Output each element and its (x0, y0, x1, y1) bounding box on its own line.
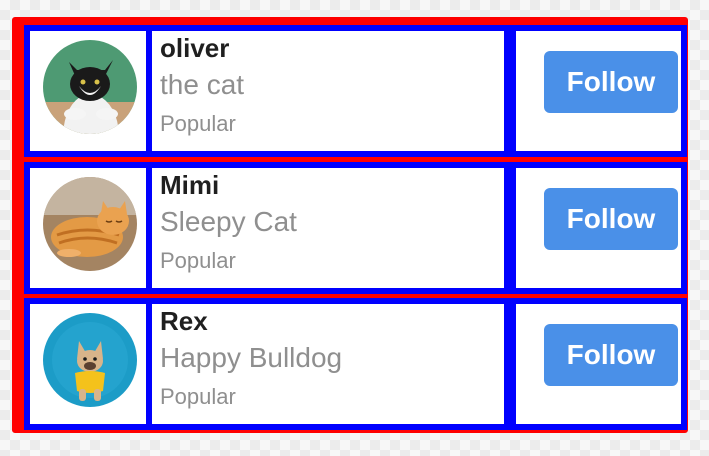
avatar-cell (30, 168, 152, 288)
user-card-oliver: oliver the cat Popular Follow (24, 25, 687, 157)
user-bio: Sleepy Cat (160, 206, 297, 237)
action-cell: Follow (510, 304, 681, 424)
user-bio: the cat (160, 69, 245, 100)
user-info: Mimi Sleepy Cat Popular (152, 168, 510, 288)
follow-button[interactable]: Follow (544, 51, 678, 113)
popularity-tag: Popular (160, 384, 236, 409)
avatar-cell (30, 304, 152, 424)
action-cell: Follow (510, 168, 681, 288)
popularity-tag: Popular (160, 111, 236, 136)
user-name: oliver (160, 33, 230, 63)
follow-button[interactable]: Follow (544, 188, 678, 250)
follow-button[interactable]: Follow (544, 324, 678, 386)
bulldog-avatar (43, 313, 137, 407)
user-info: oliver the cat Popular (152, 31, 510, 151)
user-info: Rex Happy Bulldog Popular (152, 304, 510, 424)
action-cell: Follow (510, 31, 681, 151)
user-name: Rex (160, 306, 208, 336)
popularity-tag: Popular (160, 248, 236, 273)
tuxedo-cat-avatar (43, 40, 137, 134)
follow-suggestions-list: oliver the cat Popular Follow Mimi Sleep… (12, 17, 688, 433)
orange-cat-avatar (43, 177, 137, 271)
avatar-cell (30, 31, 152, 151)
user-bio: Happy Bulldog (160, 342, 343, 373)
user-name: Mimi (160, 170, 220, 200)
user-card-rex: Rex Happy Bulldog Popular Follow (24, 298, 687, 430)
user-card-mimi: Mimi Sleepy Cat Popular Follow (24, 162, 687, 294)
